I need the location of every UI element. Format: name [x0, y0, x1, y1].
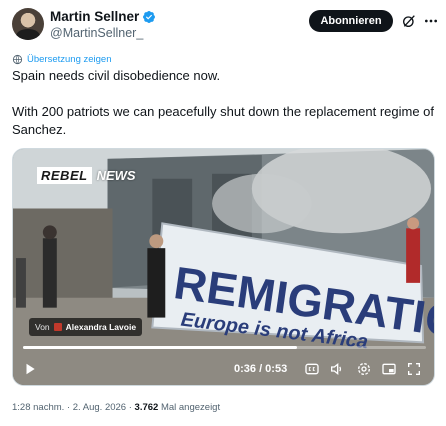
tweet-timestamp[interactable]: 1:28 nachm. · 2. Aug. 2026 ·	[12, 402, 135, 413]
video-progress-bar[interactable]	[23, 346, 426, 349]
more-icon[interactable]	[423, 13, 439, 29]
tweet-header: Martin Sellner @MartinSellner_ Abonniere…	[0, 0, 446, 48]
credit-from: Von	[35, 322, 50, 332]
view-count: 3.762	[134, 402, 159, 413]
tweet-line-1: Spain needs civil disobedience now.	[12, 68, 221, 83]
play-icon[interactable]	[23, 362, 37, 376]
author-info[interactable]: Martin Sellner @MartinSellner_	[50, 9, 156, 40]
translate-label[interactable]: Übersetzung zeigen	[27, 54, 112, 65]
view-label: Mal angezeigt	[158, 402, 221, 413]
tweet-text: Spain needs civil disobedience now. With…	[12, 67, 437, 139]
tweet-line-2: With 200 patriots we can peacefully shut…	[12, 104, 435, 137]
video-player[interactable]: REMIGRATION Europe is not Africa REBEL N…	[12, 148, 435, 386]
rebel-news-logo: REBEL NEWS	[37, 167, 140, 184]
volume-icon[interactable]	[329, 361, 345, 377]
grok-icon[interactable]	[401, 13, 417, 29]
video-credit[interactable]: Von Alexandra Lavoie	[29, 318, 143, 336]
author-handle[interactable]: @MartinSellner_	[50, 26, 156, 40]
credit-name[interactable]: Alexandra Lavoie	[66, 322, 136, 332]
translate-link[interactable]: Übersetzung zeigen	[12, 54, 112, 65]
video-frame: REMIGRATION Europe is not Africa	[13, 149, 434, 385]
tweet-meta: 1:28 nachm. · 2. Aug. 2026 · 3.762 Mal a…	[12, 402, 220, 413]
credit-avatar-icon	[53, 323, 62, 331]
translate-icon	[12, 54, 23, 65]
settings-icon[interactable]	[356, 361, 372, 377]
video-progress-fill	[23, 346, 298, 349]
fullscreen-icon[interactable]	[406, 361, 422, 377]
captions-icon[interactable]	[304, 361, 320, 377]
video-time: 0:36 / 0:53	[234, 363, 288, 375]
verified-badge-icon	[143, 10, 156, 23]
author-name[interactable]: Martin Sellner	[50, 9, 139, 24]
pip-icon[interactable]	[381, 361, 397, 377]
follow-button[interactable]: Abonnieren	[309, 10, 393, 32]
avatar[interactable]	[12, 8, 44, 40]
brand-rebel: REBEL	[37, 167, 92, 184]
brand-news: NEWS	[96, 168, 136, 183]
